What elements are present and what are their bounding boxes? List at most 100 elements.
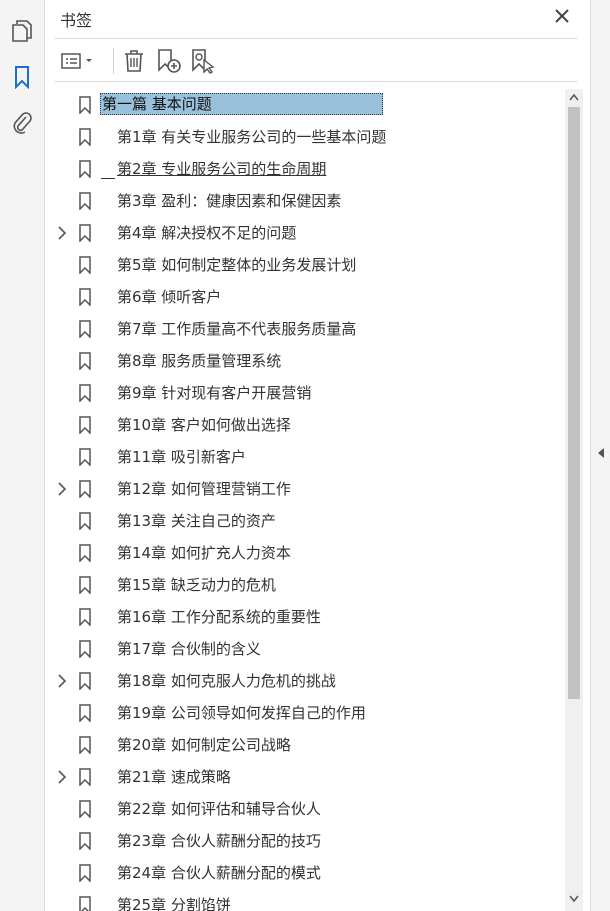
divider <box>55 81 577 82</box>
bookmark-row[interactable]: 第9章 针对现有客户开展营销 <box>45 377 565 409</box>
bookmark-label[interactable]: 第9章 针对现有客户开展营销 <box>117 383 311 403</box>
bookmark-row[interactable]: 第12章 如何管理营销工作 <box>45 473 565 505</box>
bookmark-row[interactable]: 第24章 合伙人薪酬分配的模式 <box>45 857 565 889</box>
bookmark-label[interactable]: 第7章 工作质量高不代表服务质量高 <box>117 319 356 339</box>
bookmark-row[interactable]: 第3章 盈利：健康因素和保健因素 <box>45 185 565 217</box>
attachments-icon[interactable] <box>9 110 35 136</box>
bookmark-label[interactable]: 第6章 倾听客户 <box>117 287 221 307</box>
panel-title: 书签 <box>60 11 93 30</box>
bookmark-row[interactable]: 第17章 合伙制的含义 <box>45 633 565 665</box>
collapse-panel-icon[interactable] <box>596 446 606 460</box>
bookmark-icon <box>78 416 92 435</box>
bookmark-icon <box>78 224 92 243</box>
bookmark-icon <box>78 864 92 883</box>
bookmark-row[interactable]: 第7章 工作质量高不代表服务质量高 <box>45 313 565 345</box>
bookmarks-toolbar <box>55 45 575 77</box>
bookmark-icon <box>78 640 92 659</box>
bookmark-icon <box>78 672 92 691</box>
bookmark-icon <box>78 608 92 627</box>
bookmark-row[interactable]: 第13章 关注自己的资产 <box>45 505 565 537</box>
bookmarks-panel: 书签 第一篇 基本问题第1章 有关专业服务公司的一些基本问题 第2章 专业服务公司… <box>45 0 590 911</box>
bookmark-row[interactable]: 第22章 如何评估和辅导合伙人 <box>45 793 565 825</box>
new-bookmark-from-selection-icon[interactable] <box>189 46 217 76</box>
delete-icon[interactable] <box>121 46 147 76</box>
toolbar-divider <box>113 48 114 74</box>
bookmark-label[interactable]: 第22章 如何评估和辅导合伙人 <box>117 799 321 819</box>
chevron-right-icon[interactable] <box>55 769 69 785</box>
bookmark-icon <box>78 288 92 307</box>
bookmark-label[interactable]: 第15章 缺乏动力的危机 <box>117 575 276 595</box>
bookmark-row[interactable]: 第10章 客户如何做出选择 <box>45 409 565 441</box>
bookmark-icon <box>78 736 92 755</box>
bookmark-icon <box>78 544 92 563</box>
bookmark-label[interactable]: 第18章 如何克服人力危机的挑战 <box>117 671 336 691</box>
bookmark-label[interactable]: 第12章 如何管理营销工作 <box>117 479 291 499</box>
bookmark-label[interactable]: 第17章 合伙制的含义 <box>117 639 261 659</box>
bookmark-row[interactable]: 第21章 速成策略 <box>45 761 565 793</box>
bookmark-icon <box>78 800 92 819</box>
scroll-up-icon[interactable] <box>565 89 583 105</box>
bookmark-row[interactable]: 第16章 工作分配系统的重要性 <box>45 601 565 633</box>
bookmark-icon <box>78 160 92 179</box>
bookmark-label[interactable]: 第14章 如何扩充人力资本 <box>117 543 291 563</box>
bookmark-label[interactable]: 第16章 工作分配系统的重要性 <box>117 607 321 627</box>
bookmark-icon <box>78 320 92 339</box>
bookmark-icon <box>78 448 92 467</box>
bookmark-icon <box>78 256 92 275</box>
bookmark-row[interactable]: 第23章 合伙人薪酬分配的技巧 <box>45 825 565 857</box>
bookmark-icon <box>78 704 92 723</box>
bookmark-label[interactable]: 第24章 合伙人薪酬分配的模式 <box>117 863 321 883</box>
pages-icon[interactable] <box>9 18 35 44</box>
bookmark-row[interactable]: 第6章 倾听客户 <box>45 281 565 313</box>
bookmark-row[interactable]: 第25章 分割馅饼 <box>45 889 565 911</box>
bookmark-label[interactable]: 第8章 服务质量管理系统 <box>117 351 281 371</box>
bookmark-label[interactable]: 第10章 客户如何做出选择 <box>117 415 291 435</box>
bookmark-label[interactable]: 第11章 吸引新客户 <box>117 447 246 467</box>
bookmark-row[interactable]: 第11章 吸引新客户 <box>45 441 565 473</box>
scroll-thumb[interactable] <box>568 107 580 699</box>
bookmark-tree: 第一篇 基本问题第1章 有关专业服务公司的一些基本问题 第2章 专业服务公司的生命… <box>45 89 565 911</box>
chevron-right-icon[interactable] <box>55 481 69 497</box>
navigation-rail <box>0 0 45 911</box>
bookmark-icon <box>78 192 92 211</box>
bookmarks-icon[interactable] <box>9 64 35 90</box>
bookmark-label[interactable]: 第19章 公司领导如何发挥自己的作用 <box>117 703 366 723</box>
bookmark-label[interactable]: 第2章 专业服务公司的生命周期 <box>117 159 326 179</box>
close-icon[interactable] <box>553 6 571 26</box>
chevron-right-icon[interactable] <box>55 673 69 689</box>
bookmark-icon <box>78 832 92 851</box>
bookmark-label[interactable]: 第一篇 基本问题 <box>100 93 383 115</box>
bookmark-icon <box>78 384 92 403</box>
bookmark-label[interactable]: 第13章 关注自己的资产 <box>117 511 276 531</box>
bookmark-row[interactable]: 第8章 服务质量管理系统 <box>45 345 565 377</box>
bookmark-icon <box>78 352 92 371</box>
document-pane-edge <box>590 0 610 911</box>
bookmark-icon <box>78 96 92 115</box>
bookmark-label[interactable]: 第25章 分割馅饼 <box>117 895 231 911</box>
bookmark-row[interactable]: 第18章 如何克服人力危机的挑战 <box>45 665 565 697</box>
bookmark-icon <box>78 896 92 911</box>
bookmark-row[interactable]: 第1章 有关专业服务公司的一些基本问题 <box>45 121 565 153</box>
bookmark-row[interactable]: 第一篇 基本问题 <box>45 89 565 121</box>
bookmark-label[interactable]: 第3章 盈利：健康因素和保健因素 <box>117 191 341 211</box>
chevron-right-icon[interactable] <box>55 225 69 241</box>
bookmark-row[interactable]: 第20章 如何制定公司战略 <box>45 729 565 761</box>
bookmark-label[interactable]: 第23章 合伙人薪酬分配的技巧 <box>117 831 321 851</box>
scroll-down-icon[interactable] <box>565 891 583 907</box>
bookmark-label[interactable]: 第4章 解决授权不足的问题 <box>117 223 296 243</box>
bookmark-row[interactable]: 第2章 专业服务公司的生命周期 <box>45 153 565 185</box>
bookmark-row[interactable]: 第5章 如何制定整体的业务发展计划 <box>45 249 565 281</box>
bookmark-label[interactable]: 第20章 如何制定公司战略 <box>117 735 291 755</box>
bookmark-row[interactable]: 第14章 如何扩充人力资本 <box>45 537 565 569</box>
bookmark-row[interactable]: 第15章 缺乏动力的危机 <box>45 569 565 601</box>
bookmark-row[interactable]: 第4章 解决授权不足的问题 <box>45 217 565 249</box>
bookmark-label[interactable]: 第5章 如何制定整体的业务发展计划 <box>117 255 356 275</box>
bookmark-label[interactable]: 第1章 有关专业服务公司的一些基本问题 <box>117 127 386 147</box>
bookmark-icon <box>78 512 92 531</box>
new-bookmark-icon[interactable] <box>155 46 183 76</box>
bookmark-icon <box>78 128 92 147</box>
bookmark-label[interactable]: 第21章 速成策略 <box>117 767 231 787</box>
bookmark-row[interactable]: 第19章 公司领导如何发挥自己的作用 <box>45 697 565 729</box>
options-menu-icon[interactable] <box>59 46 99 76</box>
scrollbar[interactable] <box>565 89 583 911</box>
